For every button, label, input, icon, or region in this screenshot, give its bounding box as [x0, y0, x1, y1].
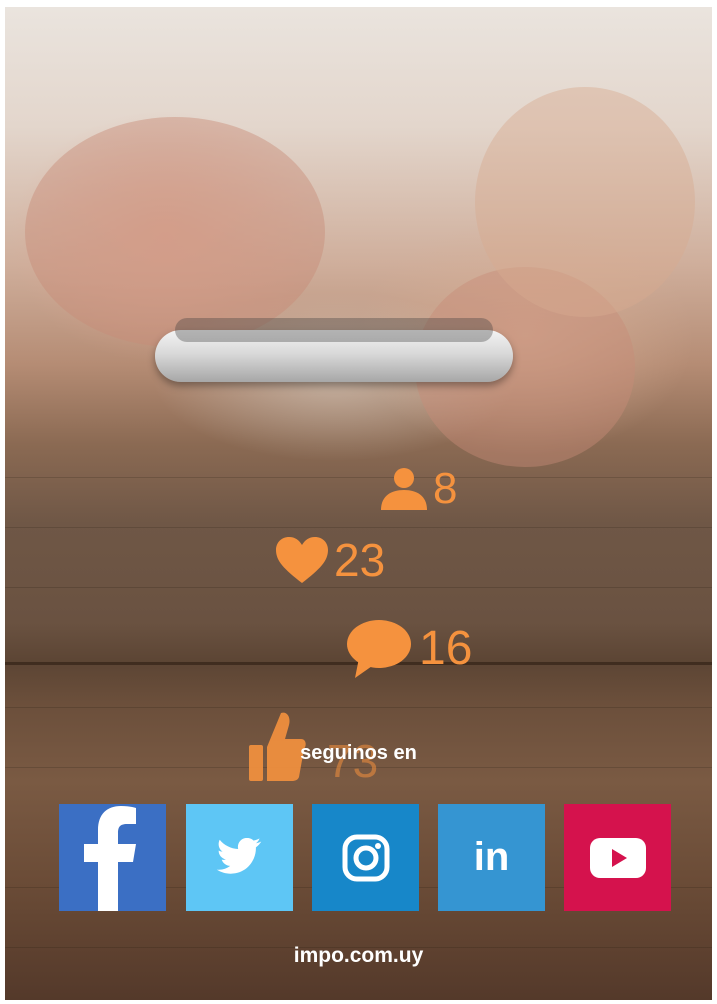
- heart-icon: [276, 537, 328, 583]
- wood-grain: [5, 587, 712, 588]
- speech-bubble-icon: [347, 620, 411, 678]
- linkedin-icon: in: [473, 835, 510, 879]
- stat-comments: 16: [345, 618, 472, 680]
- youtube-button[interactable]: [564, 804, 671, 911]
- wood-grain: [5, 477, 712, 478]
- arm-right: [475, 87, 695, 317]
- facebook-button[interactable]: [59, 804, 166, 911]
- wood-grain: [5, 527, 712, 528]
- youtube-icon: [589, 837, 646, 878]
- stat-followers: 8: [379, 466, 457, 512]
- stat-followers-value: 8: [433, 464, 458, 513]
- twitter-button[interactable]: [186, 804, 293, 911]
- hand-left: [25, 117, 325, 347]
- stat-likes-value: 23: [334, 534, 386, 586]
- instagram-icon: [342, 834, 389, 881]
- linkedin-button[interactable]: in: [438, 804, 545, 911]
- user-icon: [381, 468, 427, 510]
- follow-us-text: seguinos en: [300, 742, 417, 764]
- stat-comments-value: 16: [419, 622, 473, 675]
- website-link[interactable]: impo.com.uy: [0, 944, 717, 968]
- facebook-icon: [83, 806, 136, 911]
- instagram-button[interactable]: [312, 804, 419, 911]
- smartphone-screen: [175, 318, 493, 342]
- twitter-icon: [216, 837, 261, 874]
- stat-likes: 23: [274, 535, 385, 585]
